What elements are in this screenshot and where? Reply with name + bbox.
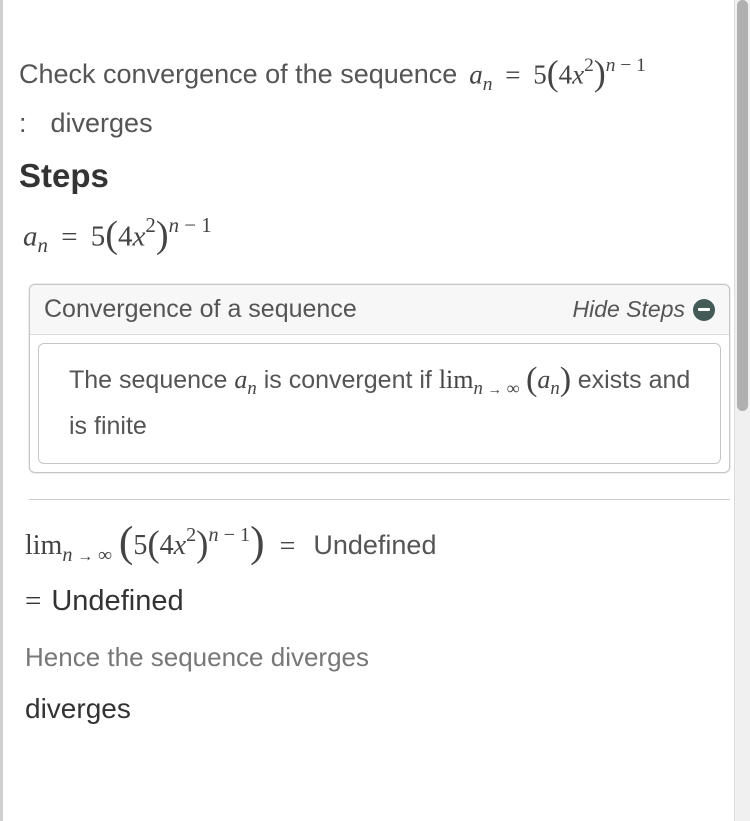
undefined-text: Undefined	[51, 585, 183, 618]
equals-sign: =	[25, 585, 41, 618]
collapse-icon	[693, 299, 715, 321]
restated-formula: an = 5(4x2)n − 1	[23, 213, 744, 258]
rule-body-mid: is convergent if	[264, 366, 432, 394]
vertical-scrollbar[interactable]	[734, 0, 750, 821]
limit-expression: limn → ∞ (5(4x2)n − 1) =	[25, 524, 303, 567]
problem-prefix: Check convergence of the sequence	[19, 53, 457, 96]
rule-title: Convergence of a sequence	[44, 295, 357, 324]
limit-result: Undefined	[313, 530, 436, 561]
problem-answer: diverges	[51, 108, 153, 138]
rule-header: Convergence of a sequence Hide Steps	[30, 285, 729, 335]
scrollbar-thumb[interactable]	[737, 0, 748, 411]
rule-body-prefix: The sequence	[69, 366, 227, 394]
rule-an: an	[234, 365, 256, 394]
colon: :	[19, 108, 27, 138]
hide-steps-label: Hide Steps	[572, 296, 685, 323]
limit-evaluation: limn → ∞ (5(4x2)n − 1) = Undefined	[25, 524, 744, 567]
rule-limit: limn → ∞ (an)	[439, 365, 578, 394]
problem-formula: an = 5(4x2)n − 1	[469, 50, 646, 100]
convergence-rule-box: Convergence of a sequence Hide Steps The…	[29, 284, 730, 473]
hide-steps-button[interactable]: Hide Steps	[572, 296, 715, 323]
content-pane: Check convergence of the sequence an = 5…	[0, 0, 750, 821]
rule-body: The sequence an is convergent if limn → …	[38, 343, 721, 464]
problem-statement: Check convergence of the sequence an = 5…	[19, 50, 744, 100]
conclusion-sentence: Hence the sequence diverges	[25, 642, 744, 673]
divider	[29, 499, 730, 500]
steps-heading: Steps	[19, 157, 744, 195]
equals-undefined: = Undefined	[25, 585, 744, 618]
problem-result-line: : diverges	[19, 108, 744, 139]
final-answer: diverges	[25, 693, 744, 725]
